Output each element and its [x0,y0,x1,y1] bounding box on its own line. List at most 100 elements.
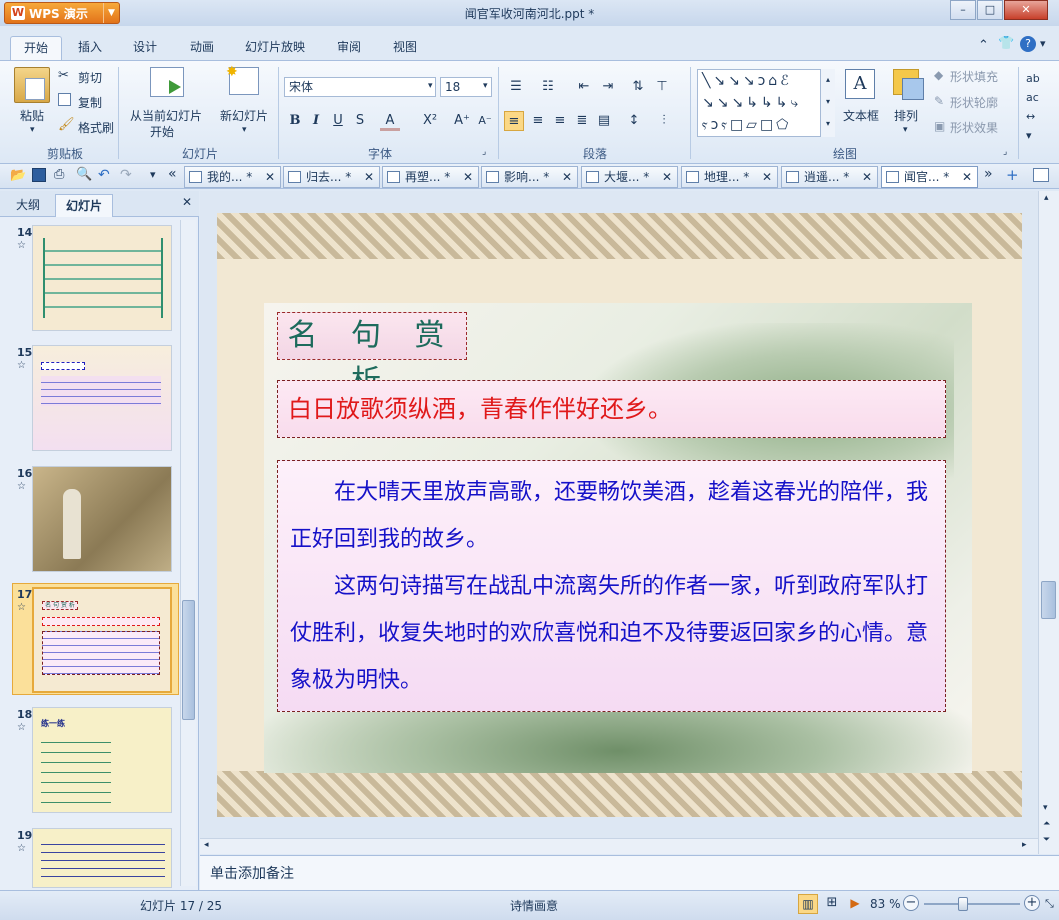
format-painter-button[interactable]: 格式刷 [78,119,114,136]
zoom-slider-track[interactable] [924,903,1020,905]
slide-thumbnail[interactable] [32,225,172,331]
font-name-select[interactable]: 宋体 [284,77,436,97]
customize-toolbar-icon[interactable]: ▾ [150,168,156,181]
tab-design[interactable]: 设计 [120,36,170,60]
doc-tab[interactable]: 地理... * ✕ [681,166,778,188]
font-color-button[interactable]: A [380,111,400,131]
play-from-current-icon[interactable] [150,67,184,97]
horizontal-scrollbar[interactable]: ◂ ▸ [200,838,1038,854]
close-tab-icon[interactable]: ✕ [265,167,275,187]
tab-slides[interactable]: 幻灯片 [55,194,114,217]
cut-button[interactable]: 剪切 [78,69,102,86]
skin-icon[interactable]: 👕 [998,36,1014,51]
slide-thumbnail-selected[interactable]: 名 句 赏 析 [32,587,172,693]
help-icon[interactable]: ? [1020,36,1036,52]
scroll-up-icon[interactable]: ▴ [1044,193,1049,203]
scroll-tabs-right-icon[interactable]: » [984,166,993,182]
tab-review[interactable]: 审阅 [324,36,374,60]
paste-dropdown-icon[interactable]: ▾ [30,125,35,135]
slide-title[interactable]: 名 句 赏 析 [277,312,467,399]
slide-sorter-icon[interactable]: ⊞ [822,894,842,914]
tab-home[interactable]: 开始 [10,36,63,60]
italic-button[interactable]: I [306,111,326,131]
format-painter-icon[interactable]: 🖌 [58,117,75,132]
zoom-in-icon[interactable]: + [1024,895,1040,911]
arrange-icon[interactable] [893,69,924,100]
superscript-button[interactable]: X² [420,111,440,131]
maximize-button[interactable]: □ [977,0,1003,20]
decrease-indent-icon[interactable]: ⇤ [574,77,594,97]
justify-button[interactable]: ≣ [572,111,592,131]
new-slide-button[interactable]: 新幻灯片 [220,107,268,124]
underline-button[interactable]: U [328,111,348,131]
paste-icon[interactable] [14,67,50,103]
copy-button[interactable]: 复制 [78,94,102,111]
doc-tab[interactable]: 归去... * ✕ [283,166,380,188]
slide-thumbnail[interactable]: 练一练 [32,707,172,813]
align-center-button[interactable]: ≡ [528,111,548,131]
slides-panel-scrollbar[interactable] [180,220,196,886]
align-right-button[interactable]: ≡ [550,111,570,131]
decrease-font-button[interactable]: A⁻ [475,111,495,131]
scrollbar-thumb[interactable] [1041,581,1056,619]
quote-textbox[interactable]: 白日放歌须纵酒，青春作伴好还乡。 [277,380,946,438]
shapes-gallery-scroll[interactable]: ▴ ▾ ▾ [820,69,835,137]
slide-thumbnail[interactable] [32,345,172,451]
copy-icon[interactable] [58,93,71,106]
close-tab-icon[interactable]: ✕ [662,167,672,187]
doc-tab[interactable]: 我的... * ✕ [184,166,281,188]
scrollbar-thumb[interactable] [182,600,195,720]
vertical-scrollbar[interactable]: ▴ ▾ ⏶ ⏷ [1038,191,1059,854]
save-icon[interactable] [32,168,46,182]
close-tab-icon[interactable]: ✕ [962,167,972,187]
arrange-dropdown-icon[interactable]: ▾ [903,125,908,135]
font-name-dropdown-icon[interactable]: ▾ [428,81,433,91]
print-preview-icon[interactable]: 🔍 [76,167,92,182]
close-window-button[interactable]: ✕ [1004,0,1048,20]
doc-tab[interactable]: 逍遥... * ✕ [781,166,878,188]
scroll-tabs-left-icon[interactable]: « [168,166,177,182]
tab-animation[interactable]: 动画 [177,36,227,60]
drawing-dialog-launcher-icon[interactable]: ⌟ [1003,147,1007,157]
fit-window-icon[interactable]: ⤡ [1045,897,1054,911]
zoom-slider-thumb[interactable] [958,897,968,911]
scroll-right-icon[interactable]: ▸ [1022,840,1027,850]
close-tab-icon[interactable]: ✕ [463,167,473,187]
scissors-icon[interactable]: ✂ [58,68,69,83]
increase-font-button[interactable]: A⁺ [452,111,472,131]
tab-view[interactable]: 视图 [380,36,430,60]
increase-indent-icon[interactable]: ⇥ [598,77,618,97]
scroll-left-icon[interactable]: ◂ [204,840,209,850]
redo-icon[interactable]: ↷ [120,167,132,183]
distribute-button[interactable]: ▤ [594,111,614,131]
new-slide-icon[interactable]: ✸ [226,64,259,95]
play-start-label[interactable]: 开始 [150,123,174,140]
text-direction-icon[interactable]: ⇅ [628,77,648,97]
previous-slide-icon[interactable]: ⏶ [1043,819,1050,829]
new-slide-dropdown-icon[interactable]: ▾ [242,125,247,135]
font-dialog-launcher-icon[interactable]: ⌟ [482,147,486,157]
doc-tab[interactable]: 大堰... * ✕ [581,166,678,188]
next-slide-icon[interactable]: ⏷ [1043,835,1050,845]
numbering-icon[interactable]: ☷ [538,77,558,97]
bullets-icon[interactable]: ☰ [506,77,526,97]
paste-button[interactable]: 粘贴 [20,107,44,124]
zoom-out-icon[interactable]: − [903,895,919,911]
new-tab-icon[interactable]: + [1006,166,1019,184]
textbox-icon[interactable]: A [845,69,875,99]
columns-icon[interactable]: ⫶ [654,111,674,131]
line-spacing-icon[interactable]: ↕ [624,111,644,131]
slide-thumbnail[interactable] [32,828,172,888]
text-shadow-button[interactable]: S [350,111,370,131]
align-text-icon[interactable]: ⊤ [652,77,672,97]
notes-pane[interactable]: 单击添加备注 [200,855,1059,890]
slide-canvas[interactable]: 名 句 赏 析 白日放歌须纵酒，青春作伴好还乡。 在大晴天里放声高歌，还要畅饮美… [217,213,1022,817]
tab-slideshow[interactable]: 幻灯片放映 [232,36,318,60]
tab-outline[interactable]: 大纲 [6,194,50,217]
undo-icon[interactable]: ↶ [98,167,110,183]
close-tab-icon[interactable]: ✕ [364,167,374,187]
minimize-button[interactable]: – [950,0,976,20]
bold-button[interactable]: B [285,111,305,131]
zoom-level[interactable]: 83 % [870,897,901,911]
textbox-button[interactable]: 文本框 [843,107,879,124]
